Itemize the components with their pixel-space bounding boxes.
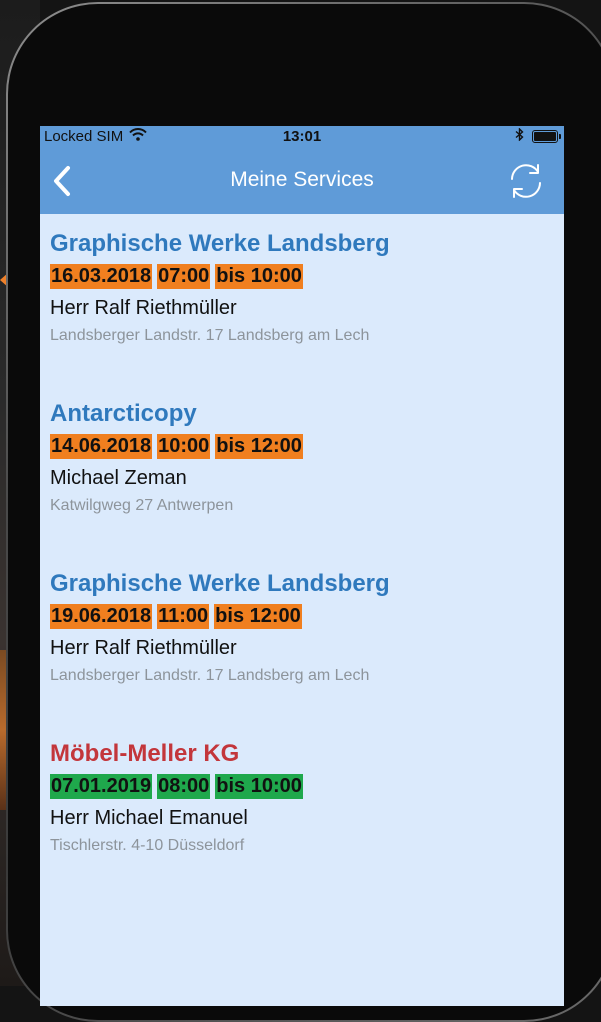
service-list: Graphische Werke Landsberg 16.03.2018 07:0… [50,230,554,910]
schedule-chips: 14.06.2018 10:00 bis 12:00 [50,434,554,459]
status-right [515,127,561,145]
address: Katwilgweg 27 Antwerpen [50,497,234,514]
contact-name: Herr Michael Emanuel [50,807,248,829]
schedule-chips: 19.06.2018 11:00 bis 12:00 [50,604,554,629]
address: Landsberger Landstr. 17 Landsberg am Lec… [50,327,370,344]
date-chip: 14.06.2018 [50,434,153,459]
end-time-chip: bis 12:00 [214,604,302,629]
service-entry[interactable]: Graphische Werke Landsberg 16.03.2018 07:0… [50,230,554,400]
refresh-icon [511,164,541,198]
page-title: Meine Services [230,168,374,191]
start-time-chip: 11:00 [157,604,210,629]
battery-icon [532,130,561,143]
company-name: Graphische Werke Landsberg [50,230,390,257]
refresh-button[interactable] [504,159,548,203]
schedule-chips: 07.01.2019 08:00 bis 10:00 [50,774,554,799]
status-bar: Locked SIM 13:01 [40,126,564,148]
address: Landsberger Landstr. 17 Landsberg am Lec… [50,667,370,684]
address: Tischlerstr. 4-10 Düsseldorf [50,837,245,854]
company-name: Graphische Werke Landsberg [50,570,390,597]
service-entry[interactable]: Graphische Werke Landsberg 19.06.2018 11:0… [50,570,554,740]
app-screen: Locked SIM 13:01 Meine Services Graphisc… [40,126,564,1006]
end-time-chip: bis 10:00 [215,264,303,289]
navigation-bar: Meine Services [40,148,564,214]
contact-name: Herr Ralf Riethmüller [50,297,237,319]
service-entry[interactable]: Möbel-Meller KG 07.01.2019 08:00 bis 10:00 H… [50,740,554,910]
start-time-chip: 10:00 [157,434,211,459]
status-time: 13:01 [282,128,322,145]
contact-name: Herr Ralf Riethmüller [50,637,237,659]
service-entry[interactable]: Antarcticopy 14.06.2018 10:00 bis 12:00 Mich… [50,400,554,570]
start-time-chip: 08:00 [157,774,211,799]
date-chip: 19.06.2018 [50,604,153,629]
end-time-chip: bis 10:00 [215,774,303,799]
schedule-chips: 16.03.2018 07:00 bis 10:00 [50,264,554,289]
company-name: Möbel-Meller KG [50,740,240,767]
end-time-chip: bis 12:00 [215,434,303,459]
bluetooth-icon [515,127,524,145]
start-time-chip: 07:00 [157,264,211,289]
date-chip: 07.01.2019 [50,774,153,799]
company-name: Antarcticopy [50,400,197,427]
date-chip: 16.03.2018 [50,264,153,289]
contact-name: Michael Zeman [50,467,187,489]
